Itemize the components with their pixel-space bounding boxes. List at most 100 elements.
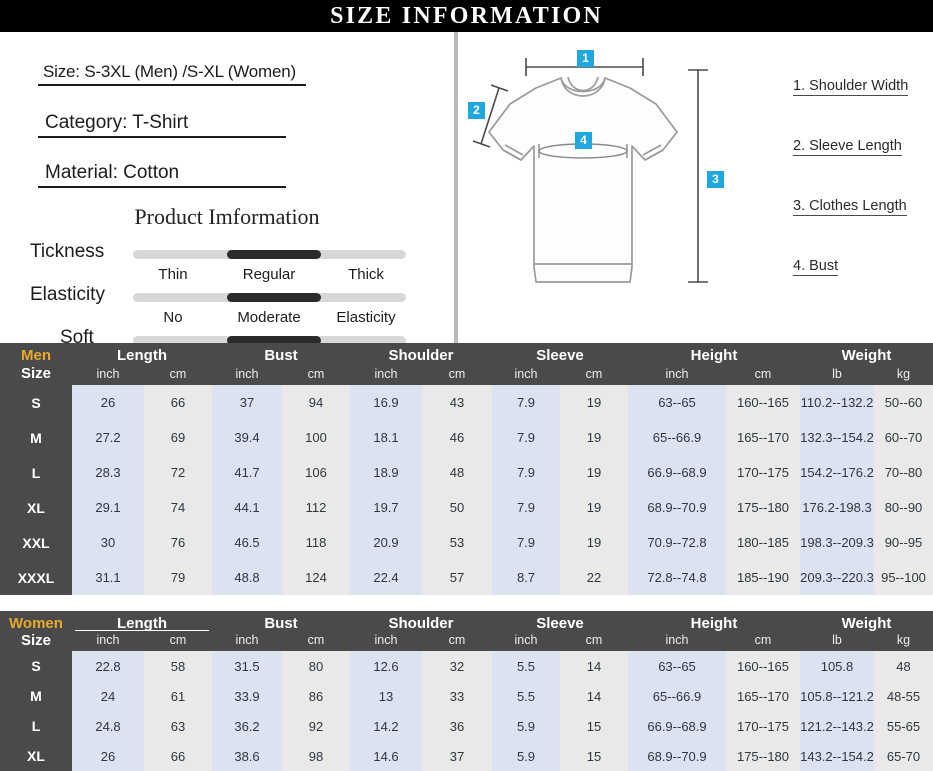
column-unit: lb <box>832 633 842 648</box>
table-cell: 22 <box>586 570 602 585</box>
table-cell: 105.8 <box>820 658 854 674</box>
table-cell: 19 <box>586 430 602 445</box>
slider-options-elasticity: No Moderate Elasticity <box>133 309 406 327</box>
slider-option[interactable]: No <box>125 309 221 326</box>
table-row: S 22.8 58 31.5 80 12.6 32 5.5 14 63--65 160--165 10… <box>0 651 933 681</box>
table-cell: 160--165 <box>736 658 790 674</box>
table-cell: 14.6 <box>373 748 399 764</box>
table-cell: 154.2--176.2 <box>800 465 874 480</box>
table-cell: 22.8 <box>95 658 121 674</box>
table-cell: 86 <box>308 688 324 704</box>
column-unit: cm <box>585 366 603 381</box>
table-cell: 36.2 <box>234 718 260 734</box>
table-cell: 61 <box>170 688 186 704</box>
table-cell: 12.6 <box>373 658 399 674</box>
table-cell: 160--165 <box>736 395 790 410</box>
table-cell: 19.7 <box>373 500 399 515</box>
table-cell: 132.3--154.2 <box>800 430 874 445</box>
table-cell: 124 <box>305 570 327 585</box>
slider-track-tickness[interactable] <box>133 250 406 259</box>
column-group-shoulder: Shoulder <box>388 615 454 632</box>
info-line-material: Material: Cotton <box>38 160 286 188</box>
marker-4-badge: 4 <box>575 132 592 149</box>
table-cell: 170--175 <box>736 718 790 734</box>
table-cell: 165--170 <box>736 430 790 445</box>
slider-label-elasticity: Elasticity <box>30 284 105 305</box>
table-cell: 80--90 <box>884 500 923 515</box>
table-cell: 7.9 <box>516 430 536 445</box>
table-cell: 65--66.9 <box>652 688 702 704</box>
table-cell: 43 <box>449 395 465 410</box>
table-size-label: Size <box>20 364 51 382</box>
table-cell: 106 <box>305 465 327 480</box>
slider-option[interactable]: Regular <box>221 266 317 283</box>
row-size-label: XXL <box>0 525 72 560</box>
table-cell: 14.2 <box>373 718 399 734</box>
table-cell: 55-65 <box>886 718 921 734</box>
table-cell: 31.1 <box>95 570 121 585</box>
group-underline <box>75 629 209 632</box>
slider-option[interactable]: Thick <box>318 266 414 283</box>
table-cell: 72 <box>170 465 186 480</box>
table-cell: 53 <box>449 535 465 550</box>
table-cell: 19 <box>586 535 602 550</box>
table-cell: 38.6 <box>234 748 260 764</box>
slider-thumb-tickness[interactable] <box>227 250 321 259</box>
table-cell: 63--65 <box>658 395 696 410</box>
slider-thumb-elasticity[interactable] <box>227 293 321 302</box>
table-cell: 143.2--154.2 <box>800 748 874 764</box>
table-cell: 27.2 <box>95 430 121 445</box>
table-cell: 29.1 <box>95 500 121 515</box>
table-row: XXL 30 76 46.5 118 20.9 53 7.9 19 70.9--72.8 180--… <box>0 525 933 560</box>
table-cell: 26 <box>100 748 116 764</box>
column-unit: inch <box>665 633 689 648</box>
product-information-heading: Product Imformation <box>134 204 320 229</box>
table-cell: 46.5 <box>234 535 260 550</box>
table-row: M 24 61 33.9 86 13 33 5.5 14 65--66.9 165--170 105.… <box>0 681 933 711</box>
table-cell: 37 <box>239 395 255 410</box>
table-cell: 70--80 <box>884 465 923 480</box>
table-cell: 5.9 <box>516 748 536 764</box>
row-size-label: XL <box>0 741 72 771</box>
table-cell: 66.9--68.9 <box>647 718 707 734</box>
table-cell: 32 <box>449 658 465 674</box>
page-title: SIZE INFORMATION <box>330 2 603 29</box>
table-cell: 16.9 <box>373 395 399 410</box>
slider-option[interactable]: Thin <box>125 266 221 283</box>
legend-item-shoulder-width: 1. Shoulder Width <box>793 78 909 96</box>
column-unit: cm <box>448 366 466 381</box>
size-information-page: SIZE INFORMATION Size: S-3XL (Men) /S-XL… <box>0 0 933 771</box>
table-cell: 79 <box>170 570 186 585</box>
slider-option[interactable]: Elasticity <box>318 309 414 326</box>
table-cell: 68.9--70.9 <box>647 500 707 515</box>
column-group-weight: Weight <box>841 347 892 365</box>
column-unit: inch <box>514 366 538 381</box>
column-unit: inch <box>514 633 538 648</box>
table-cell: 14 <box>586 688 602 704</box>
slider-option[interactable]: Moderate <box>221 309 317 326</box>
table-cell: 58 <box>170 658 186 674</box>
table-cell: 18.9 <box>373 465 399 480</box>
table-cell: 46 <box>449 430 465 445</box>
table-cell: 48-55 <box>886 688 921 704</box>
column-group-height: Height <box>690 615 738 632</box>
table-cell: 5.5 <box>516 688 536 704</box>
slider-track-elasticity[interactable] <box>133 293 406 302</box>
table-cell: 20.9 <box>373 535 399 550</box>
row-size-label: L <box>0 455 72 490</box>
title-bar: SIZE INFORMATION <box>0 0 933 32</box>
table-cell: 30 <box>100 535 116 550</box>
table-cell: 65-70 <box>886 748 921 764</box>
table-cell: 24.8 <box>95 718 121 734</box>
column-unit: cm <box>754 366 772 381</box>
table-cell: 50 <box>449 500 465 515</box>
tshirt-diagram: 1 2 4 3 1. Shoulder Width 2. Sleeve Leng… <box>458 32 933 343</box>
row-size-label: L <box>0 711 72 741</box>
row-size-label: XXXL <box>0 560 72 595</box>
table-cell: 7.9 <box>516 395 536 410</box>
table-cell: 37 <box>449 748 465 764</box>
table-header: Women Size Length Bust Shoulder Sleeve Height W… <box>0 611 933 651</box>
table-cell: 90--95 <box>884 535 923 550</box>
info-material-text: Material: Cotton <box>45 162 180 183</box>
table-cell: 7.9 <box>516 535 536 550</box>
